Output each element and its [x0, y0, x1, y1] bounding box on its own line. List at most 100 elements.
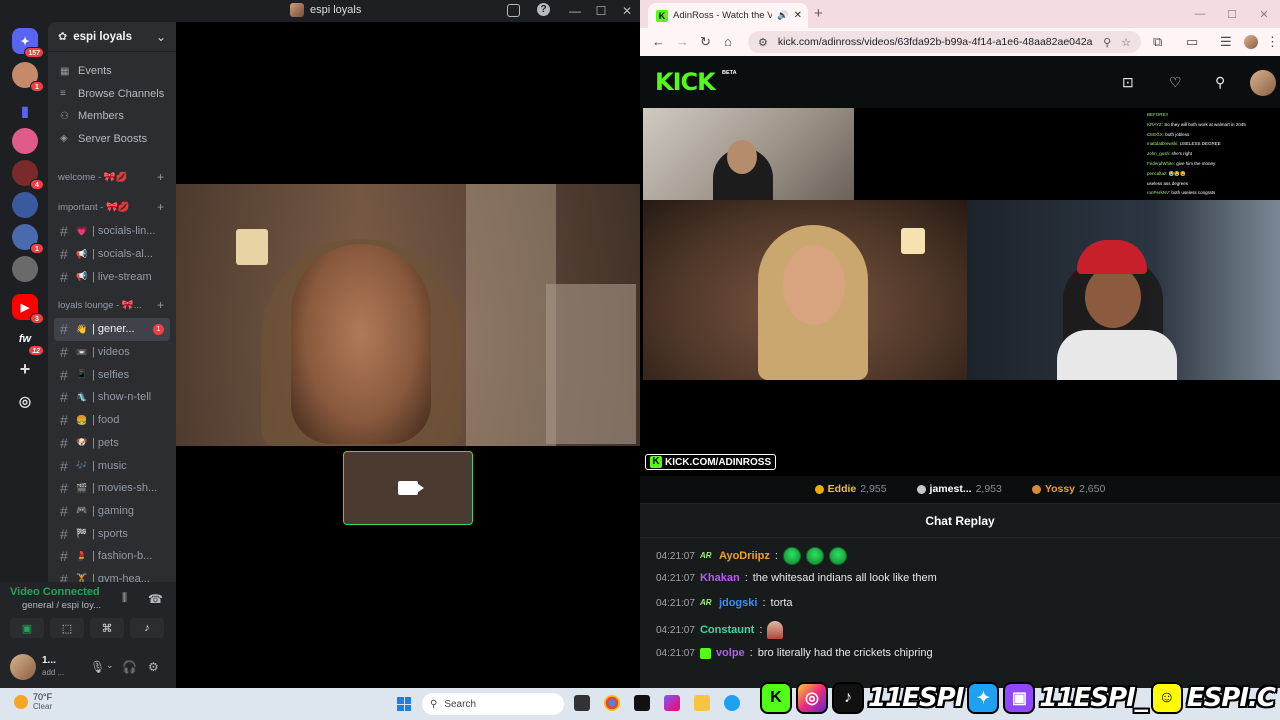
- channel-food[interactable]: # 🍔 | food: [48, 409, 176, 432]
- activities-button[interactable]: ⌘: [90, 618, 124, 638]
- folder-icon[interactable]: ▮: [12, 98, 38, 124]
- kick-logo[interactable]: KICK: [655, 68, 716, 96]
- soundboard-button[interactable]: ♪: [130, 618, 164, 638]
- forward-icon[interactable]: →: [676, 34, 689, 49]
- edge-icon[interactable]: [724, 695, 740, 711]
- close-button[interactable]: ✕: [614, 4, 640, 18]
- channel-movies-shows[interactable]: # 🎬 | movies-sh...: [48, 477, 176, 500]
- cast-icon[interactable]: ▭: [1186, 34, 1198, 50]
- fw-server-icon[interactable]: fw 12: [12, 326, 44, 356]
- subscriber-badge-icon: AR: [699, 550, 712, 560]
- task-view-icon[interactable]: [574, 695, 590, 711]
- zoom-icon[interactable]: ⚲: [1103, 36, 1111, 49]
- file-explorer-icon[interactable]: [694, 695, 710, 711]
- screen-share-button[interactable]: ⬚: [50, 618, 84, 638]
- address-bar[interactable]: ⚙ kick.com/adinross/videos/63fda92b-b99a…: [748, 31, 1141, 53]
- voice-channel-name[interactable]: general / espi loy...: [22, 600, 101, 611]
- leaderboard-entry[interactable]: jamest... 2,953: [916, 483, 1002, 495]
- settings-gear-icon[interactable]: ⚙: [148, 660, 159, 674]
- inbox-icon[interactable]: [507, 4, 520, 17]
- chevron-down-icon[interactable]: ⌄: [106, 660, 114, 671]
- user-avatar[interactable]: [10, 654, 36, 680]
- reading-list-icon[interactable]: ☰: [1220, 34, 1232, 50]
- channel-music[interactable]: # 🎶 | music: [48, 454, 176, 477]
- channel-selfies[interactable]: # 📱 | selfies: [48, 363, 176, 386]
- channel-sports[interactable]: # 🏁 | sports: [48, 522, 176, 545]
- channel-show-n-tell[interactable]: # 🛝 | show-n-tell: [48, 386, 176, 409]
- window-title: espi loyals: [290, 3, 361, 17]
- extensions-icon[interactable]: ⧉: [1153, 34, 1162, 50]
- home-icon[interactable]: ⌂: [724, 34, 732, 49]
- channel-gym-health[interactable]: # 🏋️ | gym-hea...: [48, 568, 176, 582]
- back-icon[interactable]: ←: [652, 34, 665, 49]
- server-header[interactable]: ✿ espi loyals ⌄: [48, 22, 176, 52]
- bookmark-star-icon[interactable]: ☆: [1121, 36, 1131, 49]
- new-tab-button[interactable]: +: [814, 5, 823, 22]
- more-menu-icon[interactable]: ⋮: [1266, 34, 1279, 50]
- close-button[interactable]: ✕: [1248, 8, 1280, 21]
- heart-icon[interactable]: ♡: [1169, 74, 1182, 91]
- channel-live-stream[interactable]: # 📢 | live-stream: [48, 265, 176, 288]
- browser-tab[interactable]: K AdinRoss - Watch the VOD 🔊 ✕: [648, 3, 808, 28]
- profile-avatar[interactable]: [1244, 35, 1258, 49]
- search-icon[interactable]: ⚲: [1215, 74, 1225, 91]
- reload-icon[interactable]: ↻: [700, 34, 711, 50]
- video-player[interactable]: BEFORE!! KRAYZ: So they will both work a…: [640, 108, 1280, 476]
- disconnect-icon[interactable]: ☎: [148, 592, 163, 606]
- minimize-button[interactable]: —: [1184, 8, 1216, 20]
- leaderboard-entry[interactable]: Eddie 2,955: [814, 483, 887, 495]
- server-icon[interactable]: [12, 192, 38, 218]
- following-icon[interactable]: ⊡: [1122, 74, 1134, 91]
- server-icon[interactable]: 1: [12, 62, 44, 92]
- server-icon[interactable]: 1: [12, 224, 44, 254]
- channel-gaming[interactable]: # 🎮 | gaming: [48, 500, 176, 523]
- camera-button[interactable]: ▣: [10, 618, 44, 638]
- channel-socials-links[interactable]: # 💗 | socials-lin...: [48, 220, 176, 243]
- channel-socials-alerts[interactable]: # 📢 | socials-al...: [48, 243, 176, 266]
- user-avatar[interactable]: [1250, 70, 1276, 96]
- nav-browse-channels[interactable]: ≡ Browse Channels: [48, 83, 176, 106]
- hash-icon: #: [60, 570, 68, 582]
- nav-server-boosts[interactable]: ◈ Server Boosts: [48, 128, 176, 151]
- channel-fashion-beauty[interactable]: # 💄 | fashion-b...: [48, 545, 176, 568]
- category-important[interactable]: important - 🎀💋 +: [48, 194, 176, 220]
- site-info-icon[interactable]: ⚙: [758, 36, 768, 49]
- window-controls: — ☐ ✕: [562, 0, 640, 22]
- weather-widget[interactable]: 70°F Clear: [14, 692, 52, 711]
- self-video-tile[interactable]: [343, 451, 473, 525]
- server-icon[interactable]: [12, 128, 38, 154]
- help-icon[interactable]: ?: [537, 3, 550, 16]
- copilot-icon[interactable]: [664, 695, 680, 711]
- participant-video[interactable]: [176, 184, 640, 446]
- gold-medal-icon: [814, 484, 824, 494]
- headphones-icon[interactable]: 🎧: [122, 660, 137, 674]
- close-tab-icon[interactable]: ✕: [794, 10, 802, 21]
- youtube-icon[interactable]: ▶ 3: [12, 294, 44, 324]
- taskbar-search[interactable]: ⚲ Search: [422, 693, 564, 715]
- minimize-button[interactable]: —: [562, 4, 588, 18]
- server-icon[interactable]: 4: [12, 160, 44, 190]
- add-server-icon[interactable]: +: [12, 356, 38, 382]
- tiktok-icon[interactable]: [634, 695, 650, 711]
- nav-members[interactable]: ⚇ Members: [48, 105, 176, 128]
- explore-icon[interactable]: ◎: [12, 388, 38, 414]
- channel-pets[interactable]: # 🐶 | pets: [48, 432, 176, 455]
- maximize-button[interactable]: ☐: [1216, 8, 1248, 21]
- chrome-icon[interactable]: [604, 695, 620, 711]
- noise-suppression-icon[interactable]: ⫼: [122, 592, 127, 605]
- windows-start-icon[interactable]: [397, 697, 411, 711]
- server-icon[interactable]: [12, 256, 38, 282]
- category-welcome[interactable]: welcome - 🎀💋 +: [48, 164, 176, 190]
- nav-events[interactable]: ▦ Events: [48, 60, 176, 83]
- add-channel-icon[interactable]: +: [157, 200, 164, 214]
- microphone-icon[interactable]: 🎙: [90, 660, 105, 674]
- speaker-icon[interactable]: 🔊: [777, 10, 788, 21]
- leaderboard-entry[interactable]: Yossy 2,650: [1031, 483, 1105, 495]
- category-loyals-lounge[interactable]: loyals lounge - 🎀... +: [48, 292, 176, 318]
- discord-home-icon[interactable]: ✦ 157: [12, 28, 44, 58]
- add-channel-icon[interactable]: +: [157, 298, 164, 312]
- channel-videos[interactable]: # 📼 | videos: [48, 341, 176, 364]
- add-channel-icon[interactable]: +: [157, 170, 164, 184]
- maximize-button[interactable]: ☐: [588, 4, 614, 18]
- channel-general[interactable]: # 👋 | gener... 1: [54, 318, 170, 341]
